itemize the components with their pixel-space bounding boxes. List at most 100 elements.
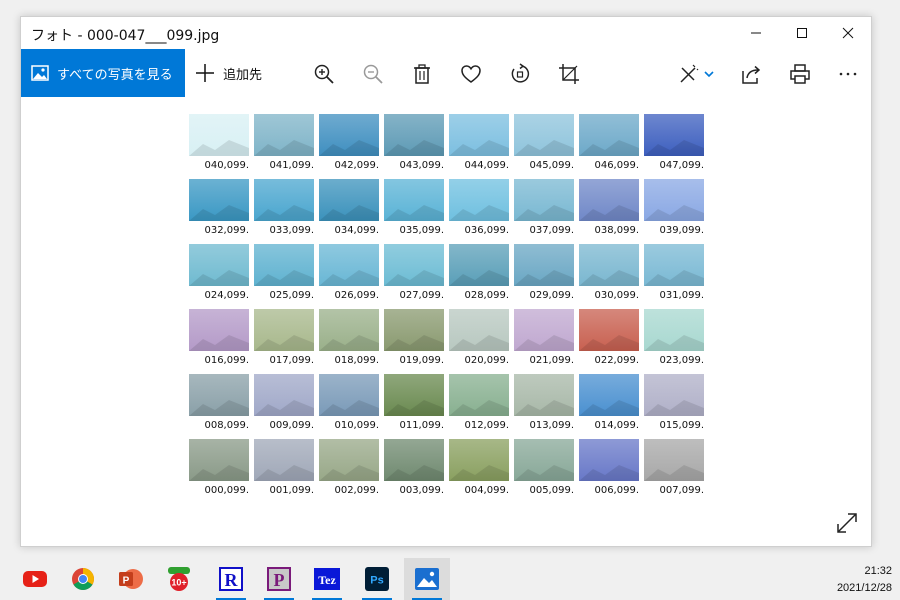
photo-thumbnail[interactable] [579, 439, 639, 481]
title-bar[interactable]: フォト - 000-047___099.jpg [21, 17, 871, 49]
photo-thumbnail[interactable] [189, 439, 249, 481]
photo-thumbnail[interactable] [449, 439, 509, 481]
rotate-button[interactable] [507, 61, 533, 87]
photo-thumbnail[interactable] [319, 309, 379, 351]
photo-thumbnail-item[interactable]: 025,099. [254, 244, 314, 306]
photo-thumbnail[interactable] [254, 244, 314, 286]
photo-thumbnail[interactable] [254, 179, 314, 221]
full-screen-button[interactable] [835, 511, 859, 535]
zoom-in-button[interactable] [311, 61, 337, 87]
photo-thumbnail[interactable] [514, 244, 574, 286]
photo-thumbnail[interactable] [384, 439, 444, 481]
photo-thumbnail[interactable] [189, 244, 249, 286]
photo-thumbnail[interactable] [514, 439, 574, 481]
system-clock[interactable]: 21:32 2021/12/28 [837, 563, 892, 597]
taskbar-tez-app[interactable]: Tez [304, 558, 350, 600]
photo-thumbnail[interactable] [189, 179, 249, 221]
photo-thumbnail-item[interactable]: 004,099. [449, 439, 509, 501]
photo-thumbnail[interactable] [579, 374, 639, 416]
photo-thumbnail-item[interactable]: 018,099. [319, 309, 379, 371]
photo-thumbnail-item[interactable]: 035,099. [384, 179, 444, 241]
photo-thumbnail-item[interactable]: 024,099. [189, 244, 249, 306]
photo-thumbnail-item[interactable]: 033,099. [254, 179, 314, 241]
photo-thumbnail-item[interactable]: 001,099. [254, 439, 314, 501]
see-all-photos-button[interactable]: すべての写真を見る [21, 49, 185, 97]
photo-thumbnail-item[interactable]: 032,099. [189, 179, 249, 241]
photo-thumbnail-item[interactable]: 013,099. [514, 374, 574, 436]
photo-thumbnail-item[interactable]: 011,099. [384, 374, 444, 436]
photo-thumbnail-item[interactable]: 021,099. [514, 309, 574, 371]
photo-thumbnail[interactable] [644, 114, 704, 156]
photo-thumbnail[interactable] [514, 114, 574, 156]
photo-thumbnail[interactable] [384, 179, 444, 221]
photo-thumbnail[interactable] [319, 244, 379, 286]
minimize-button[interactable] [733, 17, 779, 49]
photo-thumbnail-item[interactable]: 015,099. [644, 374, 704, 436]
delete-button[interactable] [409, 61, 435, 87]
photo-thumbnail-item[interactable]: 003,099. [384, 439, 444, 501]
photo-thumbnail[interactable] [384, 309, 444, 351]
photo-thumbnail[interactable] [254, 309, 314, 351]
taskbar-chrome[interactable] [60, 558, 106, 600]
photo-thumbnail-item[interactable]: 009,099. [254, 374, 314, 436]
photo-thumbnail[interactable] [319, 114, 379, 156]
photo-thumbnail[interactable] [449, 309, 509, 351]
photo-thumbnail[interactable] [189, 309, 249, 351]
photo-thumbnail[interactable] [644, 244, 704, 286]
taskbar-photoshop[interactable]: Ps [354, 558, 400, 600]
taskbar-powerpoint[interactable]: P [108, 558, 154, 600]
photo-thumbnail-item[interactable]: 046,099. [579, 114, 639, 176]
photo-thumbnail-item[interactable]: 042,099. [319, 114, 379, 176]
crop-button[interactable] [556, 61, 582, 87]
photo-thumbnail-item[interactable]: 047,099. [644, 114, 704, 176]
photo-thumbnail[interactable] [254, 439, 314, 481]
photo-thumbnail[interactable] [189, 114, 249, 156]
zoom-out-button[interactable] [360, 61, 386, 87]
photo-thumbnail[interactable] [644, 179, 704, 221]
photo-thumbnail-item[interactable]: 002,099. [319, 439, 379, 501]
photo-thumbnail[interactable] [449, 114, 509, 156]
photo-thumbnail-item[interactable]: 000,099. [189, 439, 249, 501]
edit-create-button[interactable] [675, 61, 717, 87]
photo-thumbnail-item[interactable]: 040,099. [189, 114, 249, 176]
photo-thumbnail[interactable] [449, 244, 509, 286]
photo-thumbnail-item[interactable]: 045,099. [514, 114, 574, 176]
photo-thumbnail-item[interactable]: 028,099. [449, 244, 509, 306]
photo-thumbnail[interactable] [644, 309, 704, 351]
photo-thumbnail[interactable] [644, 374, 704, 416]
photo-thumbnail-item[interactable]: 041,099. [254, 114, 314, 176]
photo-thumbnail-item[interactable]: 023,099. [644, 309, 704, 371]
photo-thumbnail[interactable] [514, 374, 574, 416]
photo-thumbnail[interactable] [514, 309, 574, 351]
photo-thumbnail[interactable] [449, 374, 509, 416]
photo-thumbnail-item[interactable]: 044,099. [449, 114, 509, 176]
favorite-button[interactable] [458, 61, 484, 87]
photo-thumbnail[interactable] [254, 114, 314, 156]
photo-thumbnail-item[interactable]: 019,099. [384, 309, 444, 371]
photo-thumbnail-item[interactable]: 036,099. [449, 179, 509, 241]
photo-thumbnail[interactable] [319, 439, 379, 481]
photo-thumbnail[interactable] [579, 114, 639, 156]
photo-thumbnail-item[interactable]: 039,099. [644, 179, 704, 241]
photo-thumbnail[interactable] [579, 179, 639, 221]
photo-thumbnail-item[interactable]: 016,099. [189, 309, 249, 371]
taskbar-youtube[interactable] [12, 558, 58, 600]
taskbar-photos[interactable] [404, 558, 450, 600]
photo-thumbnail-item[interactable]: 006,099. [579, 439, 639, 501]
print-button[interactable] [787, 61, 813, 87]
photo-thumbnail-item[interactable]: 031,099. [644, 244, 704, 306]
photo-thumbnail-item[interactable]: 038,099. [579, 179, 639, 241]
photo-thumbnail[interactable] [384, 114, 444, 156]
photo-thumbnail[interactable] [514, 179, 574, 221]
photo-thumbnail[interactable] [579, 244, 639, 286]
photo-thumbnail-item[interactable]: 037,099. [514, 179, 574, 241]
photo-thumbnail[interactable] [449, 179, 509, 221]
photo-thumbnail[interactable] [579, 309, 639, 351]
close-button[interactable] [825, 17, 871, 49]
photo-thumbnail-item[interactable]: 034,099. [319, 179, 379, 241]
photo-thumbnail-item[interactable]: 005,099. [514, 439, 574, 501]
photo-thumbnail-item[interactable]: 020,099. [449, 309, 509, 371]
more-options-button[interactable] [835, 61, 861, 87]
photo-thumbnail-item[interactable]: 007,099. [644, 439, 704, 501]
photo-thumbnail[interactable] [319, 179, 379, 221]
